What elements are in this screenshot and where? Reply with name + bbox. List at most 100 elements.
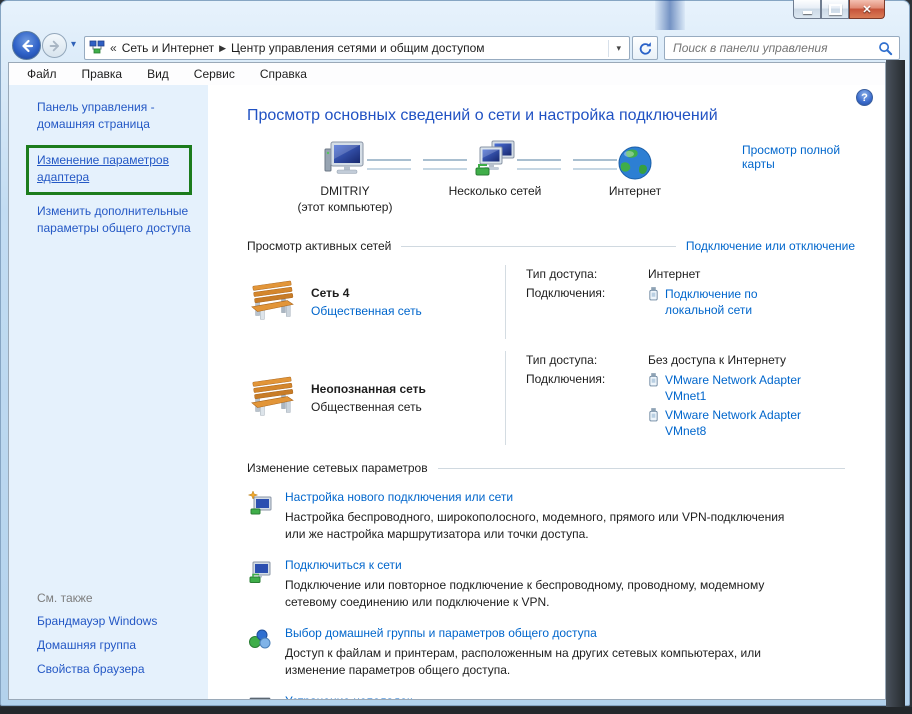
address-bar[interactable]: « Сеть и Интернет ▶ Центр управления сет… [84,36,630,60]
active-networks-header: Просмотр активных сетей Подключение или … [247,239,855,253]
connection-link[interactable]: Подключение по локальной сети [665,286,785,318]
adapter-plug-icon [648,372,659,388]
network-location-icon [89,40,105,56]
task-link[interactable]: Устранение неполадок [285,693,778,699]
menu-edit[interactable]: Правка [82,67,123,81]
window-controls: ✕ [793,0,885,19]
network-row: Неопознанная сеть Общественная сеть Тип … [247,351,855,445]
connections-label: Подключения: [526,286,648,318]
network-category-link[interactable]: Общественная сеть [311,304,505,318]
sidebar-item-homegroup[interactable]: Домашняя группа [37,637,199,654]
forward-button[interactable] [42,33,67,58]
map-node-computer[interactable]: DMITRIY (этот компьютер) [285,131,405,215]
network-name: Неопознанная сеть [311,382,505,396]
menu-file[interactable]: Файл [27,67,57,81]
search-input[interactable] [671,40,878,56]
task-new-connection: Настройка нового подключения или сети На… [247,489,855,543]
sidebar-item-control-panel-home[interactable]: Панель управления - домашняя страница [37,99,199,133]
connect-network-icon [247,557,273,611]
map-node-label: DMITRIY [285,183,405,199]
menu-help[interactable]: Справка [260,67,307,81]
menu-tools[interactable]: Сервис [194,67,235,81]
task-link[interactable]: Настройка нового подключения или сети [285,489,805,505]
sidebar-item-change-adapter-settings[interactable]: Изменение параметров адаптера [37,152,199,186]
see-also-header: См. также [37,591,199,605]
network-category: Общественная сеть [311,400,505,414]
see-also-group: См. также Брандмауэр Windows Домашняя гр… [37,591,199,685]
back-button[interactable] [12,31,41,60]
glass-reflection [655,0,685,30]
menu-bar: Файл Правка Вид Сервис Справка [9,63,885,85]
close-button[interactable]: ✕ [849,0,885,19]
page-title: Просмотр основных сведений о сети и наст… [247,107,855,125]
task-homegroup-sharing: Выбор домашней группы и параметров общег… [247,625,855,679]
breadcrumb-current[interactable]: Центр управления сетями и общим доступом [231,41,485,55]
task-description: Подключение или повторное подключение к … [285,577,805,611]
homegroup-icon [247,625,273,679]
minimize-button[interactable] [793,0,821,19]
breadcrumb-separator-icon[interactable]: ▶ [219,43,226,54]
globe-icon [615,143,655,183]
recent-pages-dropdown[interactable]: ▾ [71,39,76,50]
connection-link[interactable]: VMware Network Adapter VMnet8 [665,407,825,439]
connect-disconnect-link[interactable]: Подключение или отключение [686,239,855,253]
task-connect-to-network: Подключиться к сети Подключение или повт… [247,557,855,611]
access-type-label: Тип доступа: [526,353,648,367]
connection-link[interactable]: VMware Network Adapter VMnet1 [665,372,825,404]
menu-view[interactable]: Вид [147,67,169,81]
network-map: DMITRIY (этот компьютер) [247,131,855,229]
adapter-plug-icon [648,286,659,302]
refresh-icon [638,41,653,56]
help-button[interactable]: ? [856,89,873,106]
section-rule [401,246,676,247]
section-title: Просмотр активных сетей [247,239,391,253]
sidebar-item-advanced-sharing-settings[interactable]: Изменить дополнительные параметры общего… [37,203,199,237]
connections-label: Подключения: [526,372,648,439]
section-title: Изменение сетевых параметров [247,461,428,475]
task-troubleshoot: Устранение неполадок Диагностика и испра… [247,693,855,699]
task-description: Настройка беспроводного, широкополосного… [285,509,805,543]
map-node-label: Интернет [575,183,695,199]
sidebar-item-windows-firewall[interactable]: Брандмауэр Windows [37,613,199,630]
annotation-box: Изменение параметров адаптера [26,145,192,195]
access-type-value: Интернет [648,267,700,281]
multiple-networks-icon [472,137,518,183]
maximize-button[interactable] [821,0,849,19]
minimize-icon [803,11,812,14]
bench-network-icon [247,265,295,339]
close-icon: ✕ [862,3,871,16]
breadcrumb-overflow-chevron[interactable]: « [110,41,117,55]
access-type-label: Тип доступа: [526,267,648,281]
sidebar-item-internet-options[interactable]: Свойства браузера [37,661,199,678]
maximize-icon [829,4,842,15]
breadcrumb-root[interactable]: Сеть и Интернет [122,41,214,55]
view-full-map-link[interactable]: Просмотр полной карты [742,143,855,171]
network-name: Сеть 4 [311,286,505,300]
search-box [664,36,900,60]
network-row: Сеть 4 Общественная сеть Тип доступа: Ин… [247,265,855,339]
refresh-button[interactable] [632,36,658,60]
adapter-plug-icon [648,407,659,423]
access-type-value: Без доступа к Интернету [648,353,786,367]
task-description: Доступ к файлам и принтерам, расположенн… [285,645,805,679]
main-panel: ? Просмотр основных сведений о сети и на… [208,85,885,699]
address-dropdown-icon[interactable]: ▾ [608,40,625,57]
map-node-sublabel: (этот компьютер) [285,199,405,215]
new-connection-icon [247,489,273,543]
explorer-body: Файл Правка Вид Сервис Справка Панель уп… [8,62,886,700]
task-link[interactable]: Выбор домашней группы и параметров общег… [285,625,805,641]
desktop-edge-bottom [0,707,912,714]
task-link[interactable]: Подключиться к сети [285,557,805,573]
desktop-edge-right [886,60,905,707]
map-node-label: Несколько сетей [435,183,555,199]
section-rule [438,468,845,469]
troubleshoot-icon [247,693,273,699]
search-icon[interactable] [878,41,893,56]
computer-icon [322,137,368,183]
back-arrow-icon [19,38,35,54]
map-node-internet[interactable]: Интернет [575,131,695,199]
task-sidebar: Панель управления - домашняя страница Из… [9,85,208,699]
forward-arrow-icon [48,39,62,53]
network-settings-header: Изменение сетевых параметров [247,461,855,475]
bench-network-icon [247,351,295,445]
